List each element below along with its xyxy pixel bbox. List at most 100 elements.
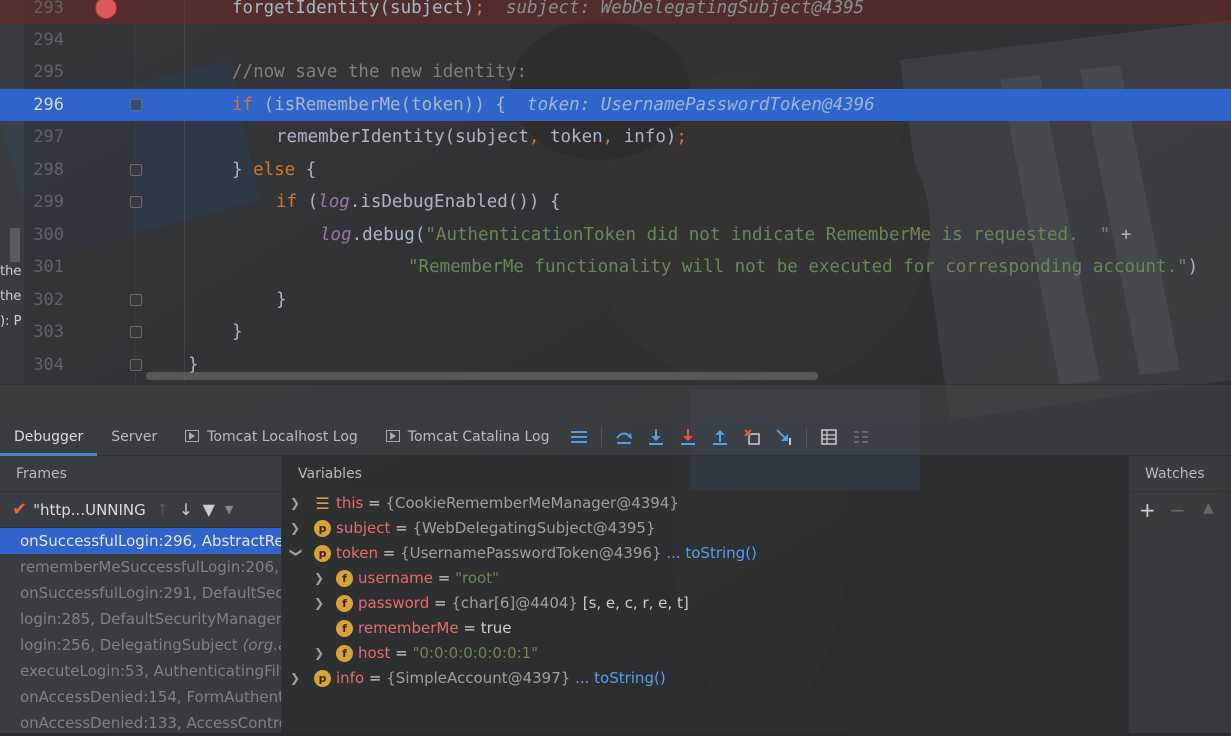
toolbar-divider [806,426,808,447]
code-comment: //now save the new identity: [232,62,528,82]
stack-frame[interactable]: executeLogin:53, AuthenticatingFilt [0,658,281,684]
step-out-icon[interactable] [709,426,731,448]
field-icon: f [336,645,353,662]
chevron-down-icon[interactable]: ▼ [225,503,233,516]
field-list-icon: ☰ [315,494,330,513]
field-icon: f [336,620,353,637]
tab-tomcat-catalina-log[interactable]: Tomcat Catalina Log [372,418,564,456]
code-line[interactable]: 301 "RememberMe functionality will not b… [0,251,1231,283]
code-line[interactable]: 300 log.debug("AuthenticationToken did n… [0,219,1231,251]
code-line[interactable]: 295 //now save the new identity: [0,56,1231,88]
line-number: 302 [33,290,64,310]
code-editor: the the ): P 293 forgetIdentity(subject)… [0,0,1231,384]
tab-tomcat-localhost-log[interactable]: Tomcat Localhost Log [171,418,372,456]
code-line[interactable]: 293 forgetIdentity(subject); subject: We… [0,0,1231,24]
code-text: "RememberMe functionality will not be ex… [408,257,1199,277]
variable-row[interactable]: ❯ ☰ this = {CookieRememberMeManager@4394… [282,491,1122,516]
tab-server[interactable]: Server [97,418,171,456]
code-line[interactable]: 298 } else { [0,154,1231,186]
code-text: } [276,290,287,310]
parameter-icon: p [314,545,331,562]
code-line[interactable]: 302 } [0,284,1231,316]
thread-selector[interactable]: ✔ "http...UNNING ↑ ↓ ▼ ▼ [0,492,281,528]
fold-marker-icon[interactable] [130,294,142,306]
stack-frame[interactable]: onAccessDenied:133, AccessContro [0,710,281,736]
run-to-cursor-icon[interactable] [773,426,795,448]
line-number: 301 [33,257,64,277]
force-step-into-icon[interactable] [677,426,699,448]
field-icon: f [336,570,353,587]
expand-arrow-icon[interactable]: ❯ [290,666,302,691]
code-text: } [232,322,243,342]
variable-row[interactable]: f rememberMe = true [282,616,1122,641]
show-execution-point-icon[interactable] [568,426,590,448]
variables-header: Variables [282,456,1128,492]
stack-frame[interactable]: onSuccessfulLogin:291, DefaultSecu [0,580,281,606]
down-arrow-icon[interactable]: ↓ [179,500,192,519]
code-line[interactable]: 294 [0,24,1231,56]
variable-row[interactable]: ❯ p subject = {WebDelegatingSubject@4395… [282,516,1122,541]
collapse-arrow-icon[interactable]: ❯ [284,548,309,560]
stack-frame[interactable]: login:285, DefaultSecurityManager ( [0,606,281,632]
fold-marker-icon[interactable] [130,326,142,338]
trace-current-stream-icon[interactable] [850,426,872,448]
remove-watch-button[interactable]: − [1169,498,1186,522]
stack-frame[interactable]: login:256, DelegatingSubject (org.a [0,632,281,658]
variable-row[interactable]: ❯ f password = {char[6]@4404} [s, e, c, … [282,591,1122,616]
move-up-button[interactable]: ▲ [1203,500,1214,516]
tab-debugger[interactable]: Debugger [0,418,98,456]
stack-frame[interactable]: onSuccessfulLogin:296, AbstractRem [0,528,281,554]
code-text: } else { [232,160,317,180]
drop-frame-icon[interactable] [741,426,763,448]
fold-marker-icon[interactable] [130,196,142,208]
line-number: 295 [33,62,64,82]
variable-row[interactable]: ❯ f host = "0:0:0:0:0:0:0:1" [282,641,1122,666]
code-line[interactable]: 297 rememberIdentity(subject, token, inf… [0,121,1231,153]
frames-panel: Frames ✔ "http...UNNING ↑ ↓ ▼ ▼ onSucces… [0,456,282,733]
current-execution-line[interactable]: 296 if (isRememberMe(token)) { token: Us… [0,89,1231,121]
code-line[interactable]: 299 if (log.isDebugEnabled()) { [0,186,1231,218]
line-number: 296 [33,95,64,115]
console-icon [185,429,200,442]
line-number: 293 [33,0,64,18]
filter-icon[interactable]: ▼ [203,500,215,519]
toolbar-divider [601,426,603,447]
line-number: 297 [33,127,64,147]
thread-name: "http...UNNING [33,500,146,519]
breakpoint-icon[interactable] [96,0,116,18]
expand-arrow-icon[interactable]: ❯ [290,491,302,516]
code-line[interactable]: 303 } [0,316,1231,348]
stack-frame[interactable]: onAccessDenied:154, FormAuthenti [0,684,281,710]
debug-tool-tabs: Debugger Server Tomcat Localhost Log Tom… [0,418,1231,456]
parameter-icon: p [314,520,331,537]
tostring-link[interactable]: ... toString() [570,669,666,687]
line-number: 300 [33,225,64,245]
evaluate-expression-icon[interactable] [818,426,840,448]
code-text: log.debug("AuthenticationToken did not i… [320,225,1132,245]
line-number: 303 [33,322,64,342]
stack-frame[interactable]: rememberMeSuccessfulLogin:206, [0,554,281,580]
expand-arrow-icon[interactable]: ❯ [314,566,326,591]
field-icon: f [336,595,353,612]
line-number: 304 [33,355,64,375]
expand-arrow-icon[interactable]: ❯ [314,591,326,616]
console-icon [385,429,400,442]
add-watch-button[interactable]: + [1139,498,1156,522]
fold-marker-icon[interactable] [130,99,142,111]
fold-marker-icon[interactable] [130,164,142,176]
fold-marker-icon[interactable] [130,359,142,371]
step-into-icon[interactable] [645,426,667,448]
variable-row[interactable]: ❯ p token = {UsernamePasswordToken@4396}… [282,541,1122,566]
horizontal-scrollbar[interactable] [146,372,818,380]
code-text: if (isRememberMe(token)) { token: Userna… [232,95,875,115]
variable-row[interactable]: ❯ p info = {SimpleAccount@4397} ... toSt… [282,666,1122,691]
watches-panel: Watches + − ▲ [1128,456,1231,733]
expand-arrow-icon[interactable]: ❯ [314,641,326,666]
variable-row[interactable]: ❯ f username = "root" [282,566,1122,591]
variables-panel: Variables ❯ ☰ this = {CookieRememberMeMa… [282,456,1128,733]
up-arrow-icon[interactable]: ↑ [156,500,169,519]
step-over-icon[interactable] [613,426,635,448]
line-number: 294 [33,30,64,50]
expand-arrow-icon[interactable]: ❯ [290,516,302,541]
tostring-link[interactable]: ... toString() [662,544,757,562]
